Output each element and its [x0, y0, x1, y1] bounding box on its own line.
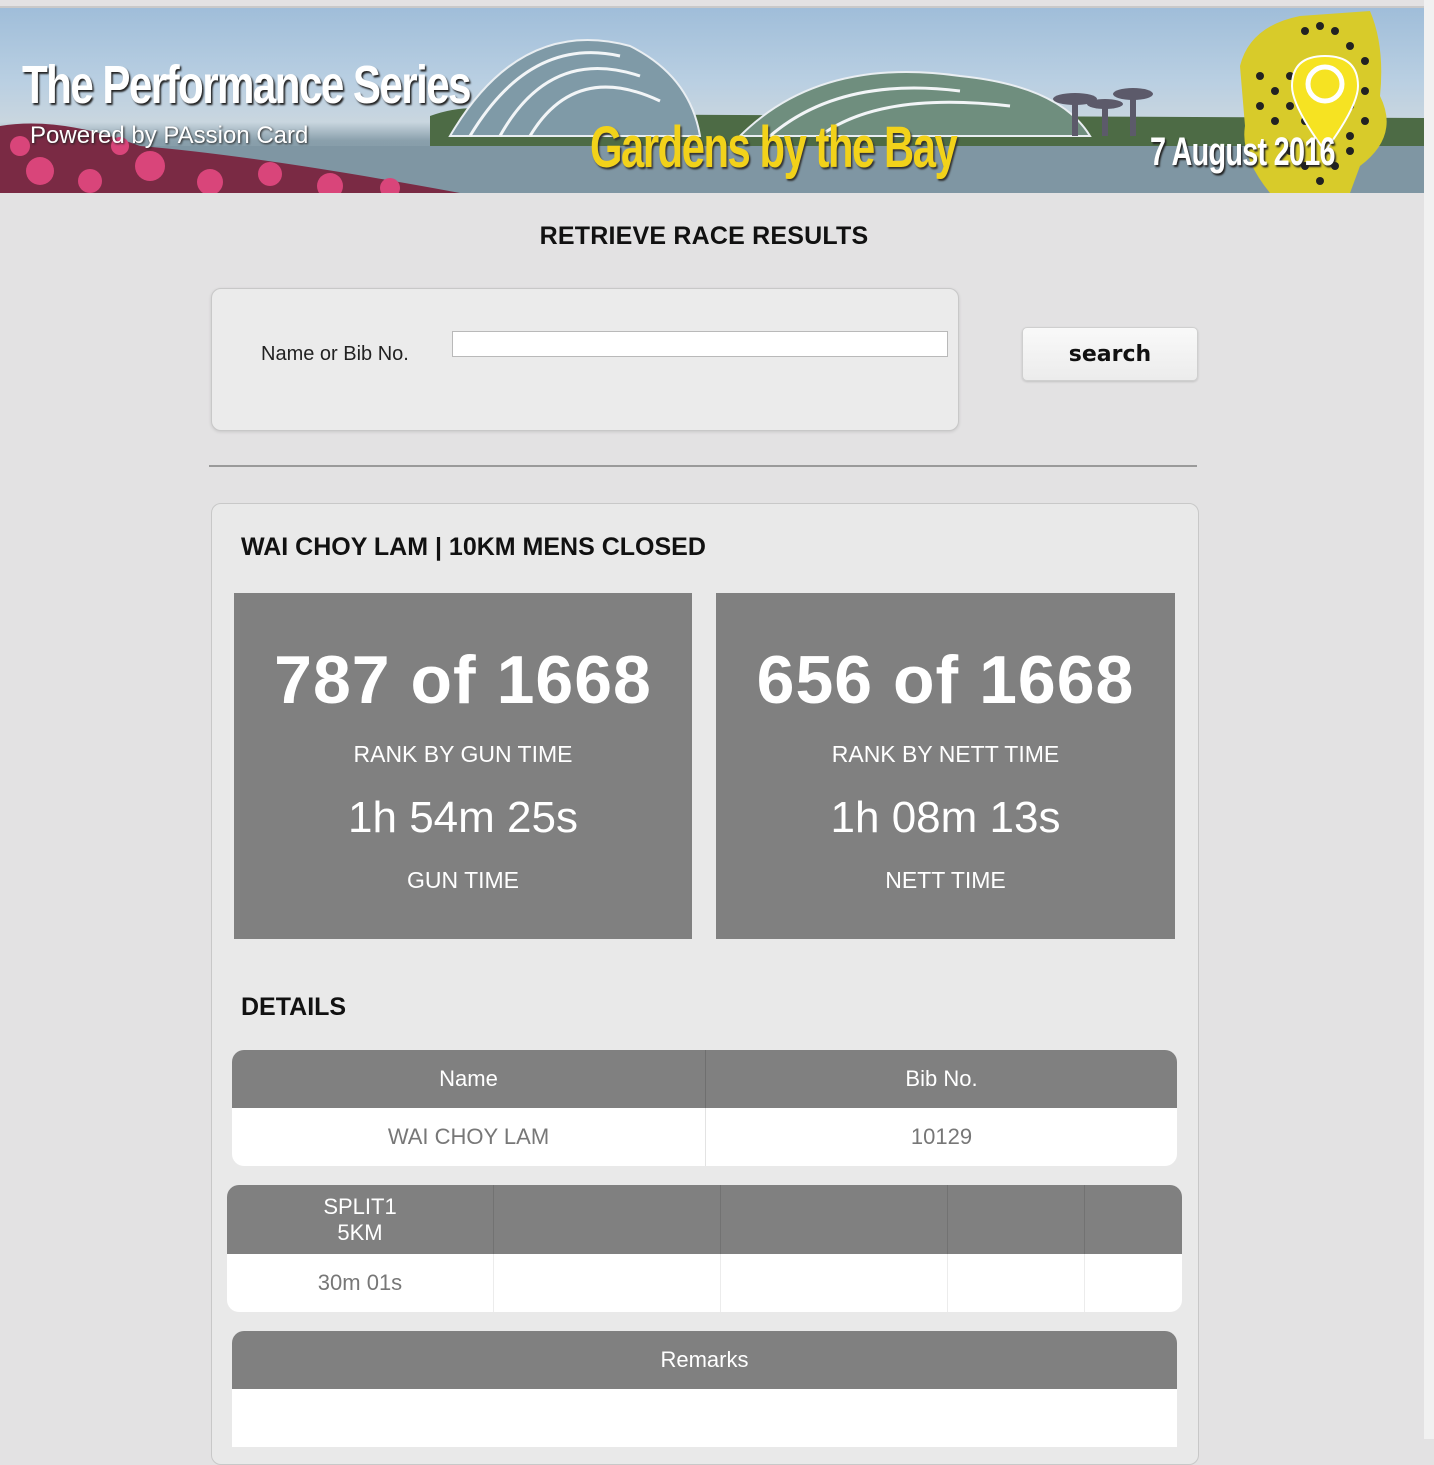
search-input[interactable] [452, 331, 948, 357]
divider [209, 465, 1197, 467]
search-button[interactable]: search [1022, 327, 1198, 381]
split-header-1-line2: 5KM [337, 1219, 383, 1245]
details-heading: DETAILS [241, 993, 347, 1021]
split-cell-3 [721, 1254, 948, 1312]
split-header-4 [948, 1185, 1085, 1254]
search-label: Name or Bib No. [261, 343, 409, 365]
nett-rank: 656 of 1668 [756, 642, 1135, 718]
venue-title: Gardens by the Bay [590, 115, 958, 180]
split-cell-5 [1085, 1254, 1182, 1312]
column-header-name: Name [232, 1050, 706, 1108]
table-header-row: SPLIT1 5KM [227, 1185, 1182, 1254]
event-banner: The Performance Series Powered by PAssio… [0, 6, 1424, 193]
split-cell-2 [494, 1254, 721, 1312]
powered-by-text: Powered by PAssion Card [30, 122, 309, 149]
column-header-bib: Bib No. [706, 1050, 1177, 1108]
nett-time-card: 656 of 1668 RANK BY NETT TIME 1h 08m 13s… [716, 593, 1175, 939]
table-header-row: Name Bib No. [232, 1050, 1177, 1108]
split-header-1: SPLIT1 5KM [227, 1185, 494, 1254]
gun-time: 1h 54m 25s [348, 793, 578, 842]
table-row: WAI CHOY LAM 10129 [232, 1108, 1177, 1166]
splits-table: SPLIT1 5KM 30m 01s [227, 1185, 1182, 1312]
page-edge [1424, 0, 1434, 1439]
split-header-1-line1: SPLIT1 [323, 1193, 397, 1219]
split-cell-1: 30m 01s [227, 1254, 494, 1312]
split-header-5 [1085, 1185, 1182, 1254]
event-date: 7 August 2016 [1150, 130, 1336, 174]
result-panel: WAI CHOY LAM | 10KM MENS CLOSED 787 of 1… [211, 503, 1199, 1465]
split-header-3 [721, 1185, 948, 1254]
search-form: Name or Bib No. [211, 288, 959, 431]
remarks-table: Remarks [232, 1331, 1177, 1447]
cell-bib: 10129 [706, 1108, 1177, 1166]
table-header-row: Remarks [232, 1331, 1177, 1389]
gun-time-label: GUN TIME [406, 867, 520, 893]
nett-time: 1h 08m 13s [830, 793, 1061, 842]
cell-name: WAI CHOY LAM [232, 1108, 706, 1166]
details-table: Name Bib No. WAI CHOY LAM 10129 [232, 1050, 1177, 1166]
gun-rank: 787 of 1668 [274, 642, 652, 718]
remarks-cell [232, 1389, 1177, 1447]
series-title: The Performance Series [22, 55, 472, 115]
table-row: 30m 01s [227, 1254, 1182, 1312]
nett-rank-label: RANK BY NETT TIME [831, 741, 1060, 767]
nett-time-label: NETT TIME [885, 867, 1006, 893]
split-cell-4 [948, 1254, 1085, 1312]
remarks-header: Remarks [232, 1331, 1177, 1389]
table-row [232, 1389, 1177, 1447]
gun-rank-label: RANK BY GUN TIME [353, 741, 573, 767]
runner-heading: WAI CHOY LAM | 10KM MENS CLOSED [241, 533, 706, 561]
page-title: RETRIEVE RACE RESULTS [539, 222, 869, 250]
split-header-2 [494, 1185, 721, 1254]
gun-time-card: 787 of 1668 RANK BY GUN TIME 1h 54m 25s … [234, 593, 692, 939]
